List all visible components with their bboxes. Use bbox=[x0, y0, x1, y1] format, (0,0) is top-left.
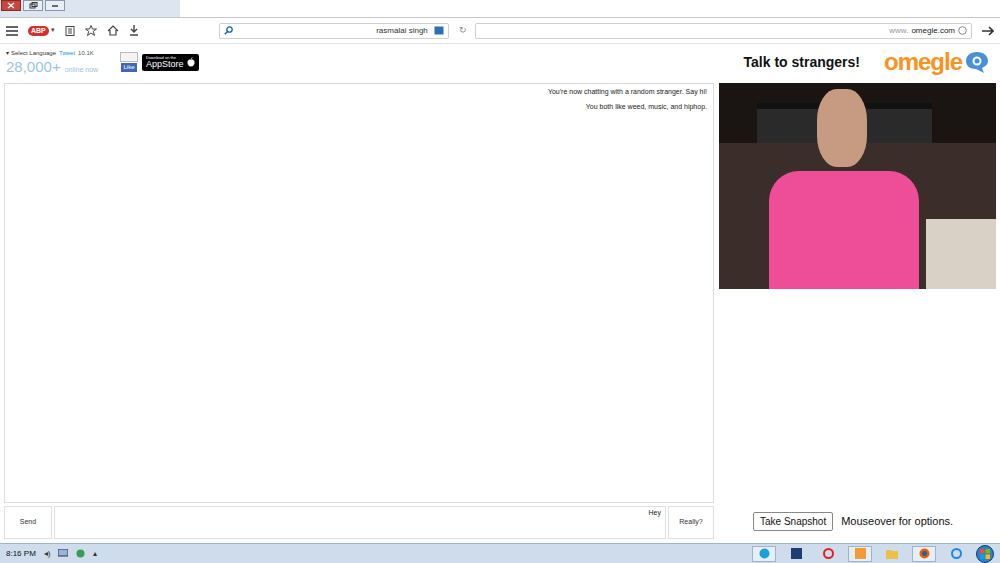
like-button[interactable]: Like bbox=[121, 63, 136, 72]
close-button[interactable] bbox=[1, 0, 21, 11]
folder-icon bbox=[886, 549, 898, 559]
download-icon[interactable] bbox=[129, 25, 139, 36]
apple-icon bbox=[187, 57, 195, 67]
globe-icon bbox=[958, 26, 967, 35]
tweet-button[interactable]: Tweet bbox=[59, 49, 75, 58]
windows-logo-icon bbox=[980, 549, 990, 559]
start-button[interactable] bbox=[976, 545, 994, 563]
site-header: ▾Select Language Tweet 10.1K 28,000+ onl… bbox=[0, 44, 1000, 80]
network-icon[interactable] bbox=[58, 549, 68, 558]
stranger-video bbox=[719, 83, 996, 289]
close-icon bbox=[7, 2, 15, 9]
status-message: You both like weed, music, and hiphop. bbox=[586, 102, 707, 113]
search-engine-icon bbox=[434, 26, 444, 35]
taskbar-app[interactable] bbox=[880, 546, 904, 562]
chat-bubble-icon bbox=[964, 50, 990, 74]
language-select[interactable]: ▾Select Language bbox=[6, 49, 56, 58]
minimize-button[interactable] bbox=[45, 0, 65, 11]
photoshop-icon bbox=[791, 548, 802, 559]
ie-icon bbox=[951, 548, 962, 559]
toolbar: ABP ▾ rasmalai singh ↻ www. omegle.com bbox=[0, 18, 1000, 44]
disconnect-button[interactable]: Really? bbox=[668, 506, 714, 539]
media-icon bbox=[855, 548, 866, 559]
taskbar: 8:16 PM ◂) ▴ bbox=[0, 543, 1000, 563]
search-icon bbox=[224, 26, 233, 35]
restore-button[interactable] bbox=[23, 0, 43, 11]
star-icon[interactable] bbox=[85, 25, 97, 36]
back-icon[interactable] bbox=[982, 26, 994, 36]
menu-icon[interactable] bbox=[6, 26, 18, 36]
home-icon[interactable] bbox=[107, 25, 119, 36]
minimize-icon bbox=[51, 3, 59, 8]
restore-icon bbox=[29, 2, 38, 9]
search-field[interactable]: rasmalai singh bbox=[219, 23, 449, 39]
firefox-icon bbox=[919, 548, 930, 559]
status-message: You're now chatting with a random strang… bbox=[548, 87, 707, 98]
snapshot-button[interactable]: Take Snapshot bbox=[753, 512, 833, 531]
taskbar-app[interactable] bbox=[912, 546, 936, 562]
skype-icon bbox=[759, 548, 770, 559]
url-field[interactable]: www. omegle.com bbox=[475, 23, 972, 39]
taskbar-app[interactable] bbox=[816, 546, 840, 562]
send-button[interactable]: Send bbox=[4, 506, 52, 539]
adblock-badge[interactable]: ABP bbox=[28, 26, 49, 36]
taskbar-app[interactable] bbox=[784, 546, 808, 562]
opera-icon bbox=[823, 548, 834, 559]
title-bar bbox=[0, 0, 1000, 18]
omegle-logo[interactable]: omegle bbox=[884, 50, 990, 74]
app-store-badge[interactable]: Download on the AppStore bbox=[142, 54, 199, 71]
message-input[interactable]: Hey bbox=[54, 506, 666, 539]
tray-icon[interactable] bbox=[76, 549, 85, 558]
taskbar-app[interactable] bbox=[848, 546, 872, 562]
clipboard-icon[interactable] bbox=[65, 25, 75, 36]
taskbar-app[interactable] bbox=[752, 546, 776, 562]
taskbar-app[interactable] bbox=[944, 546, 968, 562]
chat-log: You're now chatting with a random strang… bbox=[4, 83, 714, 503]
